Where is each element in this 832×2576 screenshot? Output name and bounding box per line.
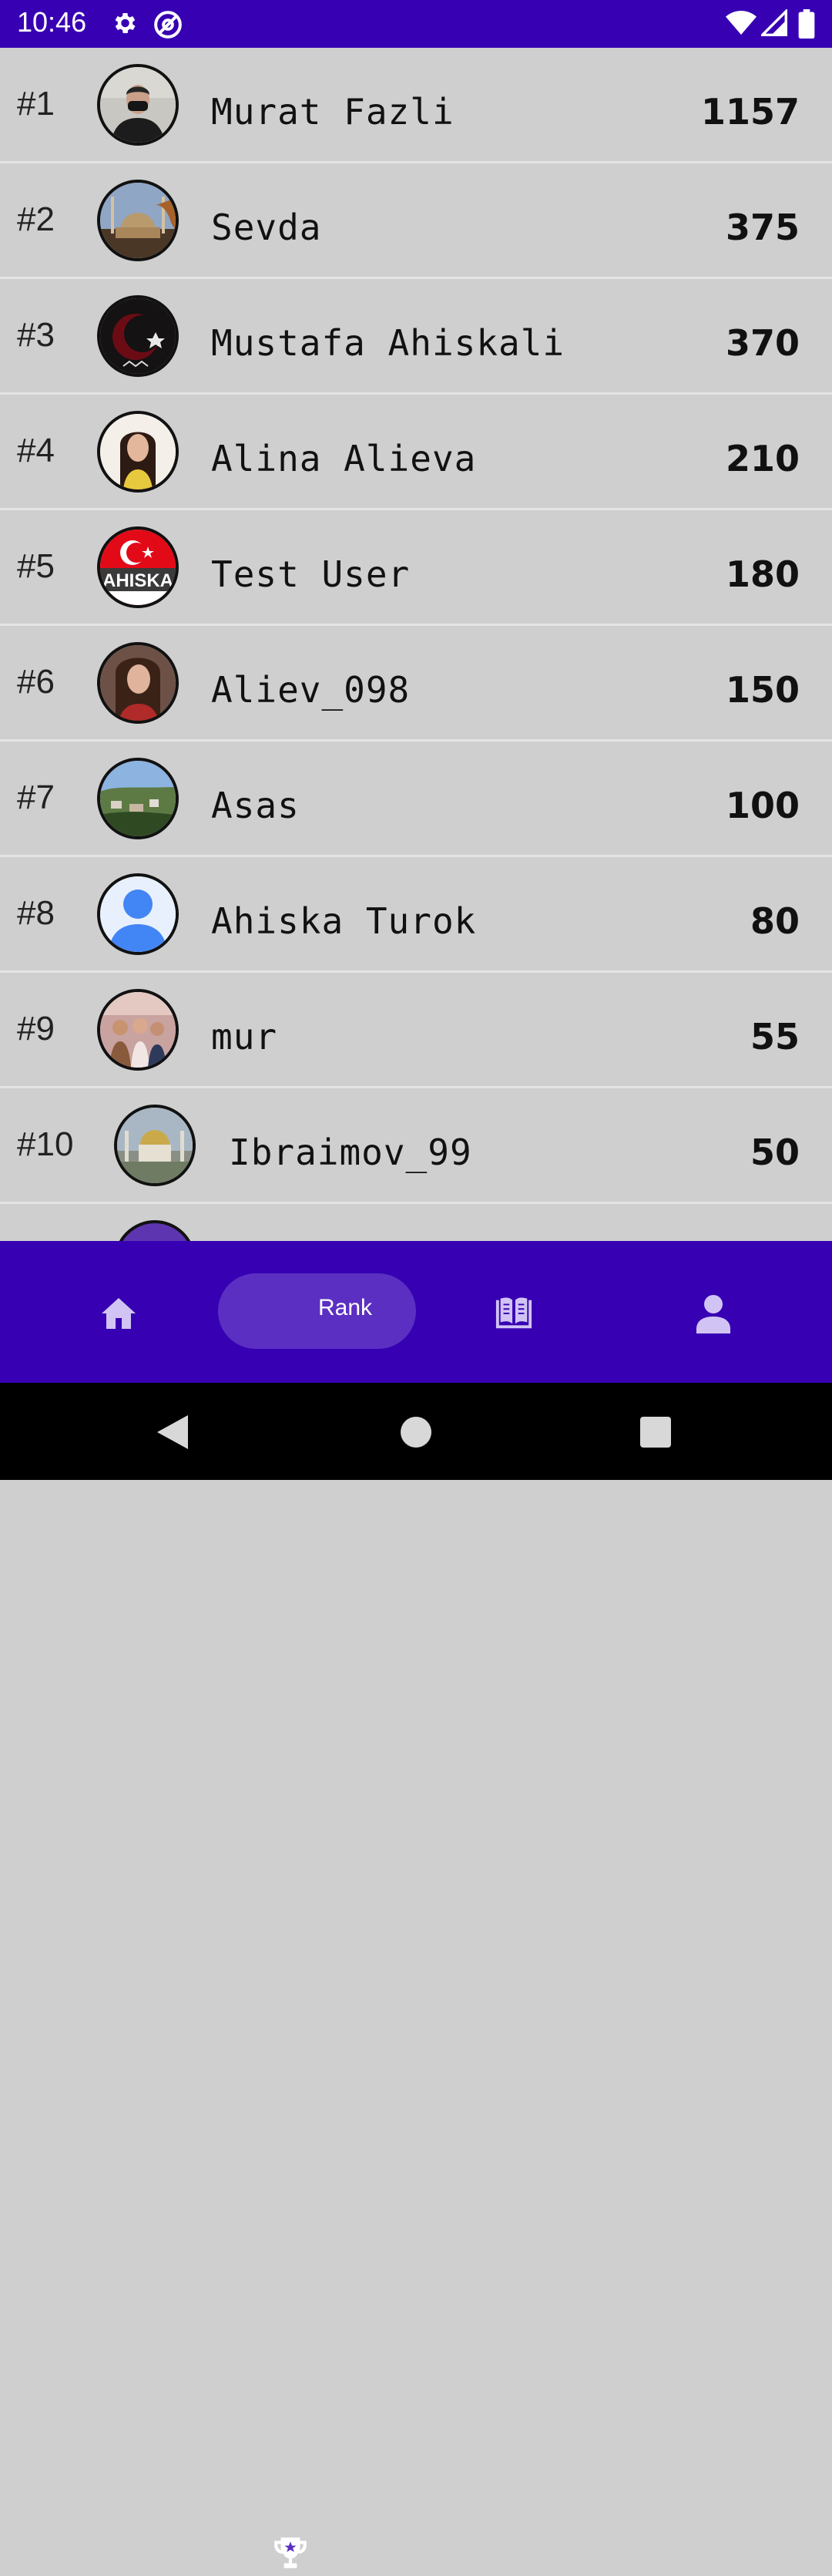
bottom-navigation: Rank (0, 1241, 832, 2568)
avatar[interactable] (97, 873, 179, 955)
user-name: Mustafa Ahiskali (211, 322, 565, 364)
wifi-icon (726, 9, 757, 40)
back-icon[interactable] (157, 1415, 188, 1452)
leaderboard-row[interactable]: #9 mur 55 (0, 973, 832, 1088)
user-name: Alina Alieva (211, 438, 477, 479)
user-name: Aliev_098 (211, 669, 411, 711)
avatar[interactable] (114, 1105, 196, 1186)
rank-number: #2 (17, 200, 55, 238)
user-score: 150 (725, 669, 800, 711)
user-score: 180 (725, 553, 800, 595)
user-score: 210 (725, 438, 800, 479)
nav-rank-label: Rank (318, 1295, 373, 1320)
avatar[interactable] (97, 64, 179, 146)
leaderboard-row[interactable]: #4 Alina Alieva 210 (0, 395, 832, 510)
at-sign-icon (153, 9, 183, 43)
leaderboard-row[interactable]: #10 Ibraimov_99 50 (0, 1088, 832, 1204)
leaderboard-list[interactable]: #1 Murat Fazli 1157 #2 Sevda 375 #3 Must… (0, 48, 832, 1241)
svg-text:AHISKA: AHISKA (102, 570, 173, 591)
avatar[interactable] (97, 411, 179, 493)
avatar[interactable] (97, 758, 179, 839)
leaderboard-row[interactable]: #1 Murat Fazli 1157 (0, 48, 832, 163)
system-navigation-bar (0, 1383, 832, 1480)
avatar[interactable] (97, 180, 179, 261)
rank-number: #5 (17, 547, 55, 585)
settings-icon (110, 9, 138, 40)
leaderboard-row[interactable]: #8 Ahiska Turok 80 (0, 857, 832, 973)
user-score: 80 (750, 900, 800, 942)
user-score: 50 (750, 1132, 800, 1173)
recents-icon[interactable] (640, 1417, 671, 1451)
user-name: Ahiska Turok (211, 900, 477, 942)
rank-number: #1 (17, 85, 55, 123)
user-name: Asas (211, 785, 300, 826)
trophy-icon (271, 2534, 310, 2576)
nav-rank[interactable] (218, 1273, 416, 1349)
user-score: 375 (725, 207, 800, 248)
home-icon (100, 1295, 137, 1335)
leaderboard-row[interactable] (0, 1204, 832, 1241)
signal-icon (759, 8, 787, 40)
leaderboard-row[interactable]: #3 Mustafa Ahiskali 370 (0, 279, 832, 395)
leaderboard-row[interactable]: #2 Sevda 375 (0, 163, 832, 279)
person-icon (695, 1293, 732, 1337)
status-bar: 10:46 (0, 0, 832, 48)
rank-number: #7 (17, 779, 55, 816)
book-icon (495, 1295, 533, 1335)
user-score: 1157 (700, 91, 800, 133)
rank-number: #3 (17, 316, 55, 354)
avatar[interactable] (97, 989, 179, 1071)
rank-number: #4 (17, 432, 55, 469)
home-circle-icon[interactable] (401, 1417, 431, 1451)
user-name: Ibraimov_99 (229, 1132, 472, 1173)
rank-number: #8 (17, 894, 55, 932)
user-score: 55 (750, 1016, 800, 1058)
user-score: 370 (725, 322, 800, 364)
user-name: Sevda (211, 207, 322, 248)
user-name: Murat Fazli (211, 91, 455, 133)
leaderboard-row[interactable]: #6 Aliev_098 150 (0, 626, 832, 742)
nav-library[interactable] (438, 1241, 592, 1383)
leaderboard-row[interactable]: #5 AHISKA Test User 180 (0, 510, 832, 626)
user-score: 100 (725, 785, 800, 826)
rank-number: #9 (17, 1010, 55, 1048)
nav-home[interactable] (80, 1241, 234, 1383)
avatar[interactable] (97, 642, 179, 724)
avatar[interactable]: AHISKA (97, 526, 179, 608)
status-time: 10:46 (17, 6, 87, 38)
user-name: mur (211, 1016, 278, 1058)
rank-number: #10 (17, 1125, 74, 1163)
rank-number: #6 (17, 663, 55, 701)
avatar[interactable] (97, 295, 179, 377)
leaderboard-row[interactable]: #7 Asas 100 (0, 742, 832, 857)
battery-icon (798, 9, 815, 42)
avatar[interactable] (114, 1220, 196, 1241)
nav-profile[interactable] (638, 1241, 792, 1383)
user-name: Test User (211, 553, 411, 595)
